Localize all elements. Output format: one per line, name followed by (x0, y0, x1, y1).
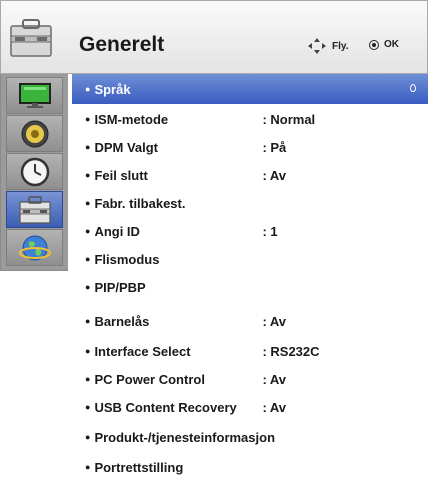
menu-item-produkt-tjenesteinformasjon[interactable]: ● Produkt-/tjenesteinformasjon (72, 422, 428, 452)
clock-icon (20, 157, 49, 186)
menu-item-interface-select[interactable]: ● Interface Select : RS232C (72, 336, 428, 366)
menu-item-label: Fabr. tilbakest. (94, 195, 186, 211)
menu-item-label: Flismodus (94, 251, 160, 267)
arrow-keys-icon (308, 38, 326, 54)
menu-item-fabr-tilbakest[interactable]: ● Fabr. tilbakest. (72, 188, 428, 218)
monitor-icon (18, 82, 51, 108)
menu-header: Generelt Fly. OK (0, 0, 428, 74)
toolbox-icon (10, 19, 52, 57)
menu-item-label: Produkt-/tjenesteinformasjon (94, 429, 276, 445)
ok-hint-label: OK (384, 39, 399, 50)
sidebar-item-time[interactable] (6, 153, 63, 190)
menu-item-value: : Av (262, 399, 287, 415)
menu-item-value: : Av (262, 313, 287, 329)
menu-item-label: Angi ID (94, 223, 140, 239)
bullet-icon: ● (85, 142, 91, 152)
menu-item-flismodus[interactable]: ● Flismodus (72, 244, 428, 274)
menu-item-value: : RS232C (262, 343, 320, 359)
sidebar-item-audio[interactable] (6, 115, 63, 152)
menu-item-value: : Normal (262, 111, 316, 127)
menu-item-sprak[interactable]: ● Språk (72, 74, 428, 104)
ok-hint: OK (369, 39, 399, 50)
settings-panel: Generelt Fly. OK ● Språk ● ISM-metode: … (0, 0, 428, 476)
sidebar-item-picture[interactable] (6, 77, 63, 114)
menu-item-label: DPM Valgt (94, 139, 159, 155)
location-pin-icon (410, 84, 416, 92)
bullet-icon: ● (85, 114, 91, 124)
bullet-icon: ● (85, 198, 91, 208)
speaker-icon (21, 120, 48, 147)
menu-item-value: : Av (262, 167, 287, 183)
menu-item-usb-content-recovery[interactable]: ● USB Content Recovery : Av (72, 392, 428, 422)
bullet-icon: ● (85, 254, 91, 264)
bullet-icon: ● (85, 282, 91, 292)
menu-item-portrettstilling[interactable]: ● Portrettstilling (72, 452, 428, 482)
menu-item-barnelas[interactable]: ● Barnelås : Av (72, 306, 428, 336)
menu-item-label: PIP/PBP (94, 279, 146, 295)
bullet-icon: ● (85, 374, 91, 384)
menu-item-label: USB Content Recovery (94, 399, 237, 415)
navigation-hint-label: Fly. (332, 40, 349, 52)
menu-item-value: : På (262, 139, 287, 155)
menu-item-value: : 1 (262, 223, 278, 239)
menu-item-dpm-valgt[interactable]: ● DPM Valgt : På (72, 132, 428, 162)
menu-item-label: Feil slutt (94, 167, 148, 183)
menu-item-angi-id[interactable]: ● Angi ID : 1 (72, 216, 428, 246)
bullet-icon: ● (85, 316, 91, 326)
menu-item-feil-slutt[interactable]: ● Feil slutt : Av (72, 160, 428, 190)
bullet-icon: ● (85, 432, 91, 442)
ok-button-icon (369, 39, 379, 50)
sidebar-item-network[interactable] (6, 229, 63, 266)
bullet-icon: ● (85, 226, 91, 236)
menu-item-label: Språk (94, 81, 131, 97)
toolbox-icon (18, 195, 51, 224)
menu-item-label: Interface Select (94, 343, 191, 359)
menu-item-label: Portrettstilling (94, 459, 184, 475)
navigation-hint: Fly. (307, 37, 348, 55)
menu-item-label: ISM-metode (94, 111, 169, 127)
bullet-icon: ● (85, 462, 91, 472)
bullet-icon: ● (85, 346, 91, 356)
page-title: Generelt (79, 33, 165, 56)
menu-item-pip-pbp[interactable]: ● PIP/PBP (72, 272, 428, 302)
menu-item-ism-metode[interactable]: ● ISM-metode : Normal (72, 104, 428, 134)
category-sidebar (0, 74, 68, 271)
sidebar-item-general[interactable] (6, 191, 63, 228)
menu-item-label: PC Power Control (94, 371, 205, 387)
bullet-icon: ● (85, 402, 91, 412)
menu-item-pc-power-control[interactable]: ● PC Power Control : Av (72, 364, 428, 394)
menu-item-value: : Av (262, 371, 287, 387)
bullet-icon: ● (85, 84, 91, 94)
menu-item-label: Barnelås (94, 313, 150, 329)
bullet-icon: ● (85, 170, 91, 180)
globe-icon (18, 235, 51, 260)
